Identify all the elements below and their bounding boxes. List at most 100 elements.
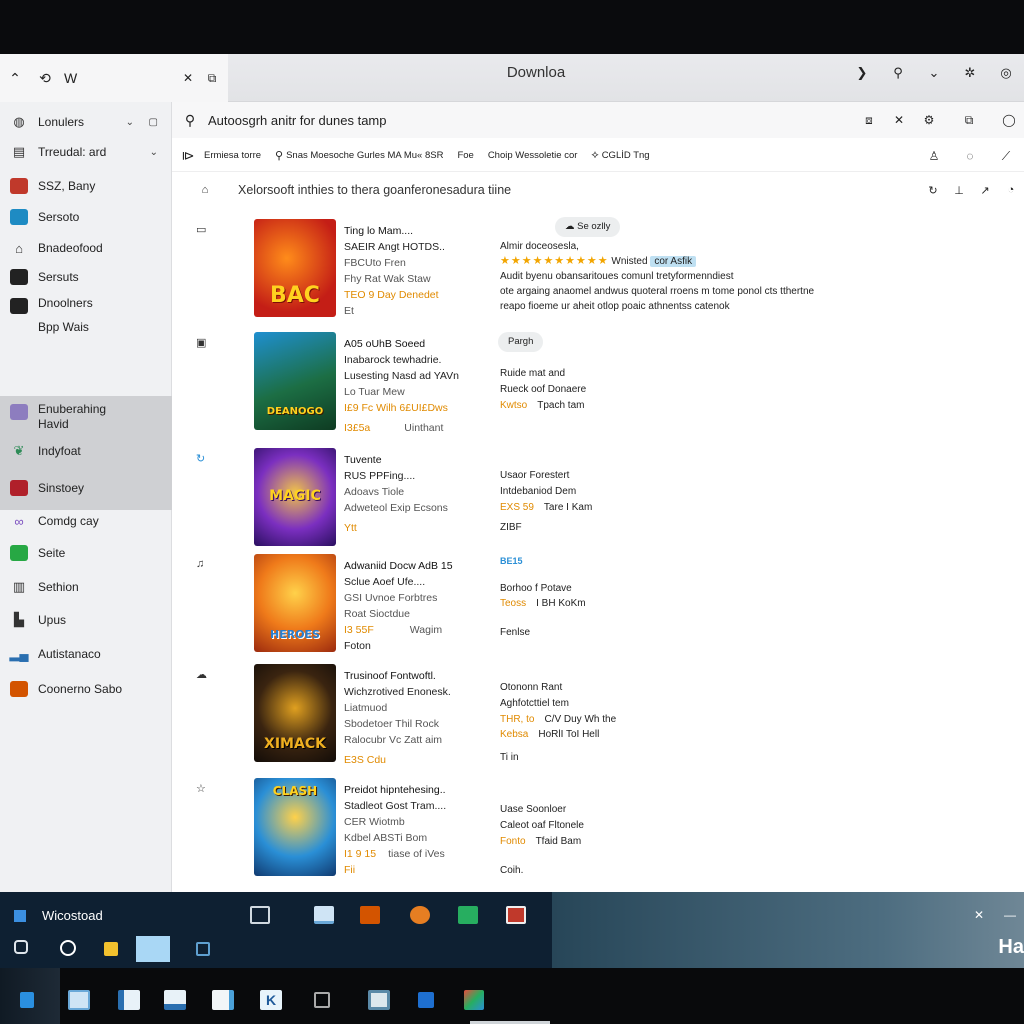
sidebar-item-sublabel: Bpp Wais (38, 320, 89, 334)
settings-icon[interactable]: ✲ (952, 65, 988, 81)
app-icon[interactable] (368, 990, 390, 1010)
sidebar-item-lonulers[interactable]: ◍ Lonulers ▢ ⌄ (0, 110, 172, 134)
task-view-icon[interactable] (14, 940, 28, 954)
app-icon[interactable] (314, 992, 330, 1008)
sidebar-item-dnoolners[interactable]: Dnoolners Bpp Wais (0, 296, 172, 336)
filter-chip[interactable]: Choip Wessoletie cor (488, 150, 578, 161)
back-icon[interactable]: ⟲ (30, 70, 60, 87)
detail-price: Kwtso (500, 400, 528, 411)
sidebar-item-bnadeofood[interactable]: ⌂ Bnadeofood (0, 236, 172, 260)
game-cover[interactable]: DEANOGO (254, 332, 336, 430)
search-icon[interactable]: ⚲ (880, 65, 916, 81)
sidebar-item-trreudal[interactable]: ▤ Trreudal: ard ⌄ (0, 140, 172, 164)
tag-chip[interactable]: cor Asfik (650, 256, 697, 267)
game-cover[interactable]: MAGIC (254, 448, 336, 546)
search-input[interactable]: Autoosgrh anitr for dunes tamp (208, 113, 387, 128)
item-meta: Lusesting Nasd ad YAVn (344, 370, 459, 382)
chevron-down-icon[interactable]: ⌄ (150, 147, 158, 158)
expand-icon[interactable]: ❯ (844, 65, 880, 81)
chevron-down-icon[interactable]: ⌄ (916, 65, 952, 81)
sidebar-item-autistanaco[interactable]: ▂▄ Autistanaco (0, 642, 172, 666)
pin-icon[interactable]: ⧉ (200, 71, 224, 86)
start-icon[interactable] (20, 992, 34, 1008)
sidebar-item-coonerno-sabo[interactable]: Coonerno Sabo (0, 677, 172, 701)
filter-icon[interactable]: ⧈ (854, 113, 884, 128)
record-icon[interactable]: ◌ (952, 149, 988, 163)
folder-icon[interactable] (104, 942, 118, 956)
game-cover[interactable]: CLASH (254, 778, 336, 876)
filter-chip[interactable]: Ermiesa torre (204, 150, 261, 161)
sidebar-item-indyfoat[interactable]: ❦ Indyfoat (0, 439, 172, 463)
collapse-icon[interactable]: ⌃ (0, 70, 30, 87)
game-cover[interactable]: XIMACK (254, 664, 336, 762)
status-badge[interactable]: Pargh (498, 332, 544, 352)
detail-line: Fenlse (500, 627, 531, 638)
list-item[interactable]: ☁ XIMACK Trusinoof Fontwoftl. Wichzrotiv… (172, 664, 1024, 768)
window-label: W (64, 70, 78, 86)
chevron-down-icon[interactable]: ⌄ (126, 117, 134, 128)
app-icon[interactable] (68, 990, 90, 1010)
sidebar-item-upus[interactable]: ▙ Upus (0, 608, 172, 632)
close-icon[interactable]: ✕ (884, 113, 914, 127)
refresh-icon: ↻ (196, 453, 206, 465)
sidebar-item-comdg-cay[interactable]: ∞ Comdg cay (0, 509, 172, 533)
list-item[interactable]: ▣ DEANOGO A05 oUhB Soeed Inabarock tewha… (172, 332, 1024, 436)
sidebar-item-ssz-bany[interactable]: SSZ, Bany (0, 174, 172, 198)
search-bar[interactable]: ⚲ Autoosgrh anitr for dunes tamp ⧈ ✕ ⚙ ⧉… (172, 102, 1024, 138)
list-item[interactable]: ↻ MAGIC Tuvente RUS PPFing.... Adoavs Ti… (172, 448, 1024, 552)
view-toggle-icon[interactable]: ⧐ (172, 148, 204, 164)
sidebar-item-sethion[interactable]: ▥ Sethion (0, 575, 172, 599)
minimize-icon[interactable]: — (1004, 908, 1016, 922)
sidebar-item-label: Bnadeofood (38, 241, 103, 255)
app-icon[interactable] (118, 990, 140, 1010)
more-icon[interactable]: ◔ (998, 184, 1024, 196)
app-icon[interactable] (506, 906, 526, 924)
item-meta: Uinthant (404, 422, 444, 434)
app-icon[interactable] (212, 990, 234, 1010)
copy-icon[interactable]: ⧉ (944, 113, 994, 128)
app-icon[interactable] (464, 990, 484, 1010)
sidebar-item-seite[interactable]: Seite (0, 541, 172, 565)
window-icon[interactable] (250, 906, 270, 924)
game-cover[interactable]: HEROES (254, 554, 336, 652)
app-icon[interactable] (418, 992, 434, 1008)
game-icon (10, 178, 28, 194)
close-icon[interactable]: ✕ (974, 908, 984, 922)
filter-chip[interactable]: ⚲ Snas Moesoche Gurles MA Mu« 8SR (275, 149, 443, 162)
list-item[interactable]: ♫ HEROES Adwaniid Docw AdB 15 Sclue Aoef… (172, 554, 1024, 658)
search-icon[interactable] (60, 940, 76, 956)
detail-price: THR, to (500, 714, 535, 725)
list-item[interactable]: ☆ CLASH Preidot hipntehesing.. Stadleot … (172, 778, 1024, 882)
account-icon[interactable]: ◎ (988, 65, 1024, 81)
game-cover[interactable]: BAC (254, 219, 336, 317)
user-icon[interactable]: ♙ (916, 149, 952, 163)
k-app-icon[interactable]: K (260, 990, 282, 1010)
chat-icon[interactable]: ◯ (994, 113, 1024, 127)
share-icon[interactable]: ⟋ (988, 149, 1024, 164)
share-icon[interactable]: ↗ (972, 184, 998, 197)
sidebar-item-sinstoey[interactable]: Sinstoey (0, 476, 172, 500)
app-icon[interactable] (458, 906, 478, 924)
app-icon[interactable] (164, 990, 186, 1010)
sidebar-item-label: Dnoolners (38, 296, 93, 310)
active-app-button[interactable] (136, 936, 170, 962)
filter-chip[interactable]: Foe (457, 150, 473, 161)
refresh-icon[interactable]: ↻ (920, 184, 946, 197)
window-icon[interactable] (314, 906, 334, 924)
app-icon[interactable] (410, 906, 430, 924)
sidebar-item-label: Sersoto (38, 210, 80, 224)
settings-icon[interactable]: ⚙ (914, 113, 944, 127)
sidebar-item-sersoto[interactable]: Sersoto (0, 205, 172, 229)
thumbs-up-icon[interactable]: ⊥ (946, 184, 972, 197)
app-icon[interactable] (196, 942, 210, 956)
close-tab-icon[interactable]: ✕ (176, 71, 200, 85)
item-details: Uase Soonloer Caleot oaf Fltonele Fonto T… (500, 802, 880, 878)
sidebar-item-enuberahing[interactable]: Enuberahing Havid (0, 402, 172, 436)
list-item[interactable]: ▭ BAC Ting lo Mam.... SAEIR Angt HOTDS..… (172, 217, 1024, 323)
app-icon[interactable] (360, 906, 380, 924)
status-badge[interactable]: ☁ Se ozlly (555, 217, 621, 237)
filter-chip[interactable]: ⟡ CGLİD Tng (591, 149, 649, 162)
item-price: TEO 9 Day Denedet (344, 289, 439, 301)
sidebar-item-sersuts[interactable]: Sersuts (0, 265, 172, 289)
globe-icon: ◍ (13, 114, 25, 129)
